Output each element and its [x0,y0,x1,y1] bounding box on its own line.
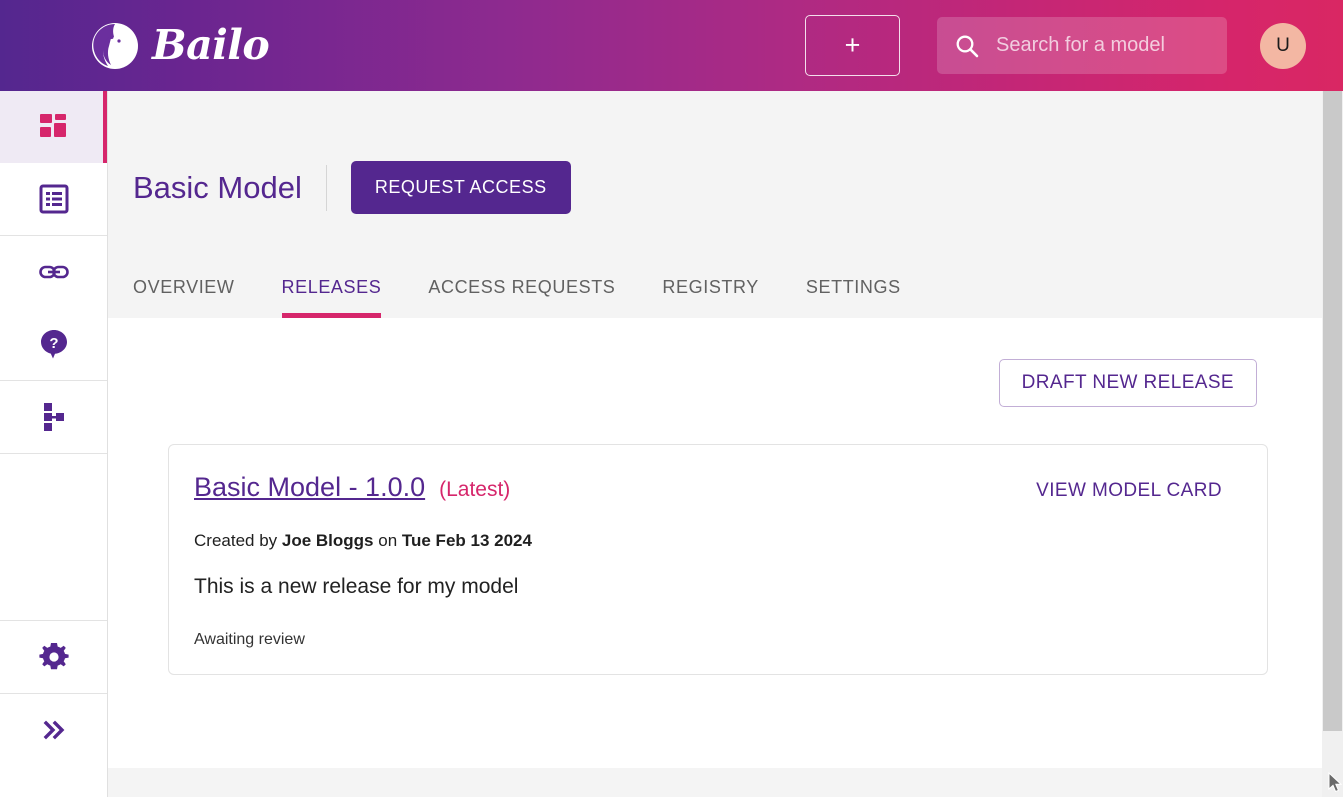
release-card: Basic Model - 1.0.0 (Latest) VIEW MODEL … [168,444,1268,675]
release-card-header: Basic Model - 1.0.0 (Latest) VIEW MODEL … [194,472,1242,503]
schema-hierarchy-icon [37,400,71,434]
tab-releases[interactable]: RELEASES [282,277,382,318]
sidebar-item-settings[interactable] [0,621,107,693]
sidebar-item-dashboard[interactable] [0,91,107,163]
search-icon [954,33,980,59]
brand-logo[interactable]: Bailo [88,16,269,76]
top-header: Bailo + U [0,0,1343,91]
double-chevron-right-icon [38,714,70,746]
sidebar-spacer [0,454,107,620]
header-actions: + U [805,0,900,91]
svg-text:?: ? [49,335,58,352]
sidebar-item-links[interactable] [0,236,107,308]
created-middle: on [374,531,402,550]
model-tabs: OVERVIEW RELEASES ACCESS REQUESTS REGIST… [133,254,901,318]
grid-dashboard-icon [38,111,70,143]
help-question-icon: ? [38,328,70,360]
release-notes: This is a new release for my model [194,575,1242,599]
vertical-scrollbar[interactable] [1322,91,1343,797]
releases-panel: DRAFT NEW RELEASE Basic Model - 1.0.0 (L… [108,318,1322,797]
footer-band [108,768,1322,797]
add-new-button[interactable]: + [805,15,900,76]
search-input[interactable] [994,33,1209,58]
brand-name: Bailo [152,25,269,66]
created-by-name: Joe Bloggs [282,531,374,550]
tab-access-requests[interactable]: ACCESS REQUESTS [428,277,615,318]
left-sidebar: ? [0,91,108,797]
plus-icon: + [845,32,861,59]
page-title: Basic Model [133,170,302,206]
user-avatar[interactable]: U [1260,23,1306,69]
release-created-line: Created by Joe Bloggs on Tue Feb 13 2024 [194,531,1242,551]
page-header-area: Basic Model REQUEST ACCESS OVERVIEW RELE… [108,91,1322,318]
request-access-button[interactable]: REQUEST ACCESS [351,161,571,214]
title-row: Basic Model REQUEST ACCESS [133,161,571,214]
search-box[interactable] [937,17,1227,74]
bailo-lion-logo-icon [88,19,142,73]
link-icon [38,256,70,288]
view-model-card-link[interactable]: VIEW MODEL CARD [1036,480,1222,502]
tab-settings[interactable]: SETTINGS [806,277,901,318]
title-separator [326,165,327,211]
app-root: Bailo + U [0,0,1343,797]
tab-overview[interactable]: OVERVIEW [133,277,235,318]
sidebar-expand-button[interactable] [0,694,107,766]
created-prefix: Created by [194,531,282,550]
scrollbar-thumb[interactable] [1323,91,1342,731]
draft-button-row: DRAFT NEW RELEASE [108,318,1322,407]
created-date: Tue Feb 13 2024 [402,531,532,550]
list-entries-icon [38,183,70,215]
sidebar-item-schemas[interactable] [0,381,107,453]
avatar-initial: U [1276,35,1290,57]
main-content: Basic Model REQUEST ACCESS OVERVIEW RELE… [108,91,1322,797]
tab-registry[interactable]: REGISTRY [662,277,759,318]
latest-badge: (Latest) [439,478,510,502]
sidebar-item-entries[interactable] [0,163,107,235]
release-link[interactable]: Basic Model - 1.0.0 [194,472,425,503]
gear-icon [37,640,71,674]
release-name-group: Basic Model - 1.0.0 (Latest) [194,472,510,503]
release-status: Awaiting review [194,631,1242,649]
sidebar-item-help[interactable]: ? [0,308,107,380]
draft-new-release-button[interactable]: DRAFT NEW RELEASE [999,359,1257,407]
